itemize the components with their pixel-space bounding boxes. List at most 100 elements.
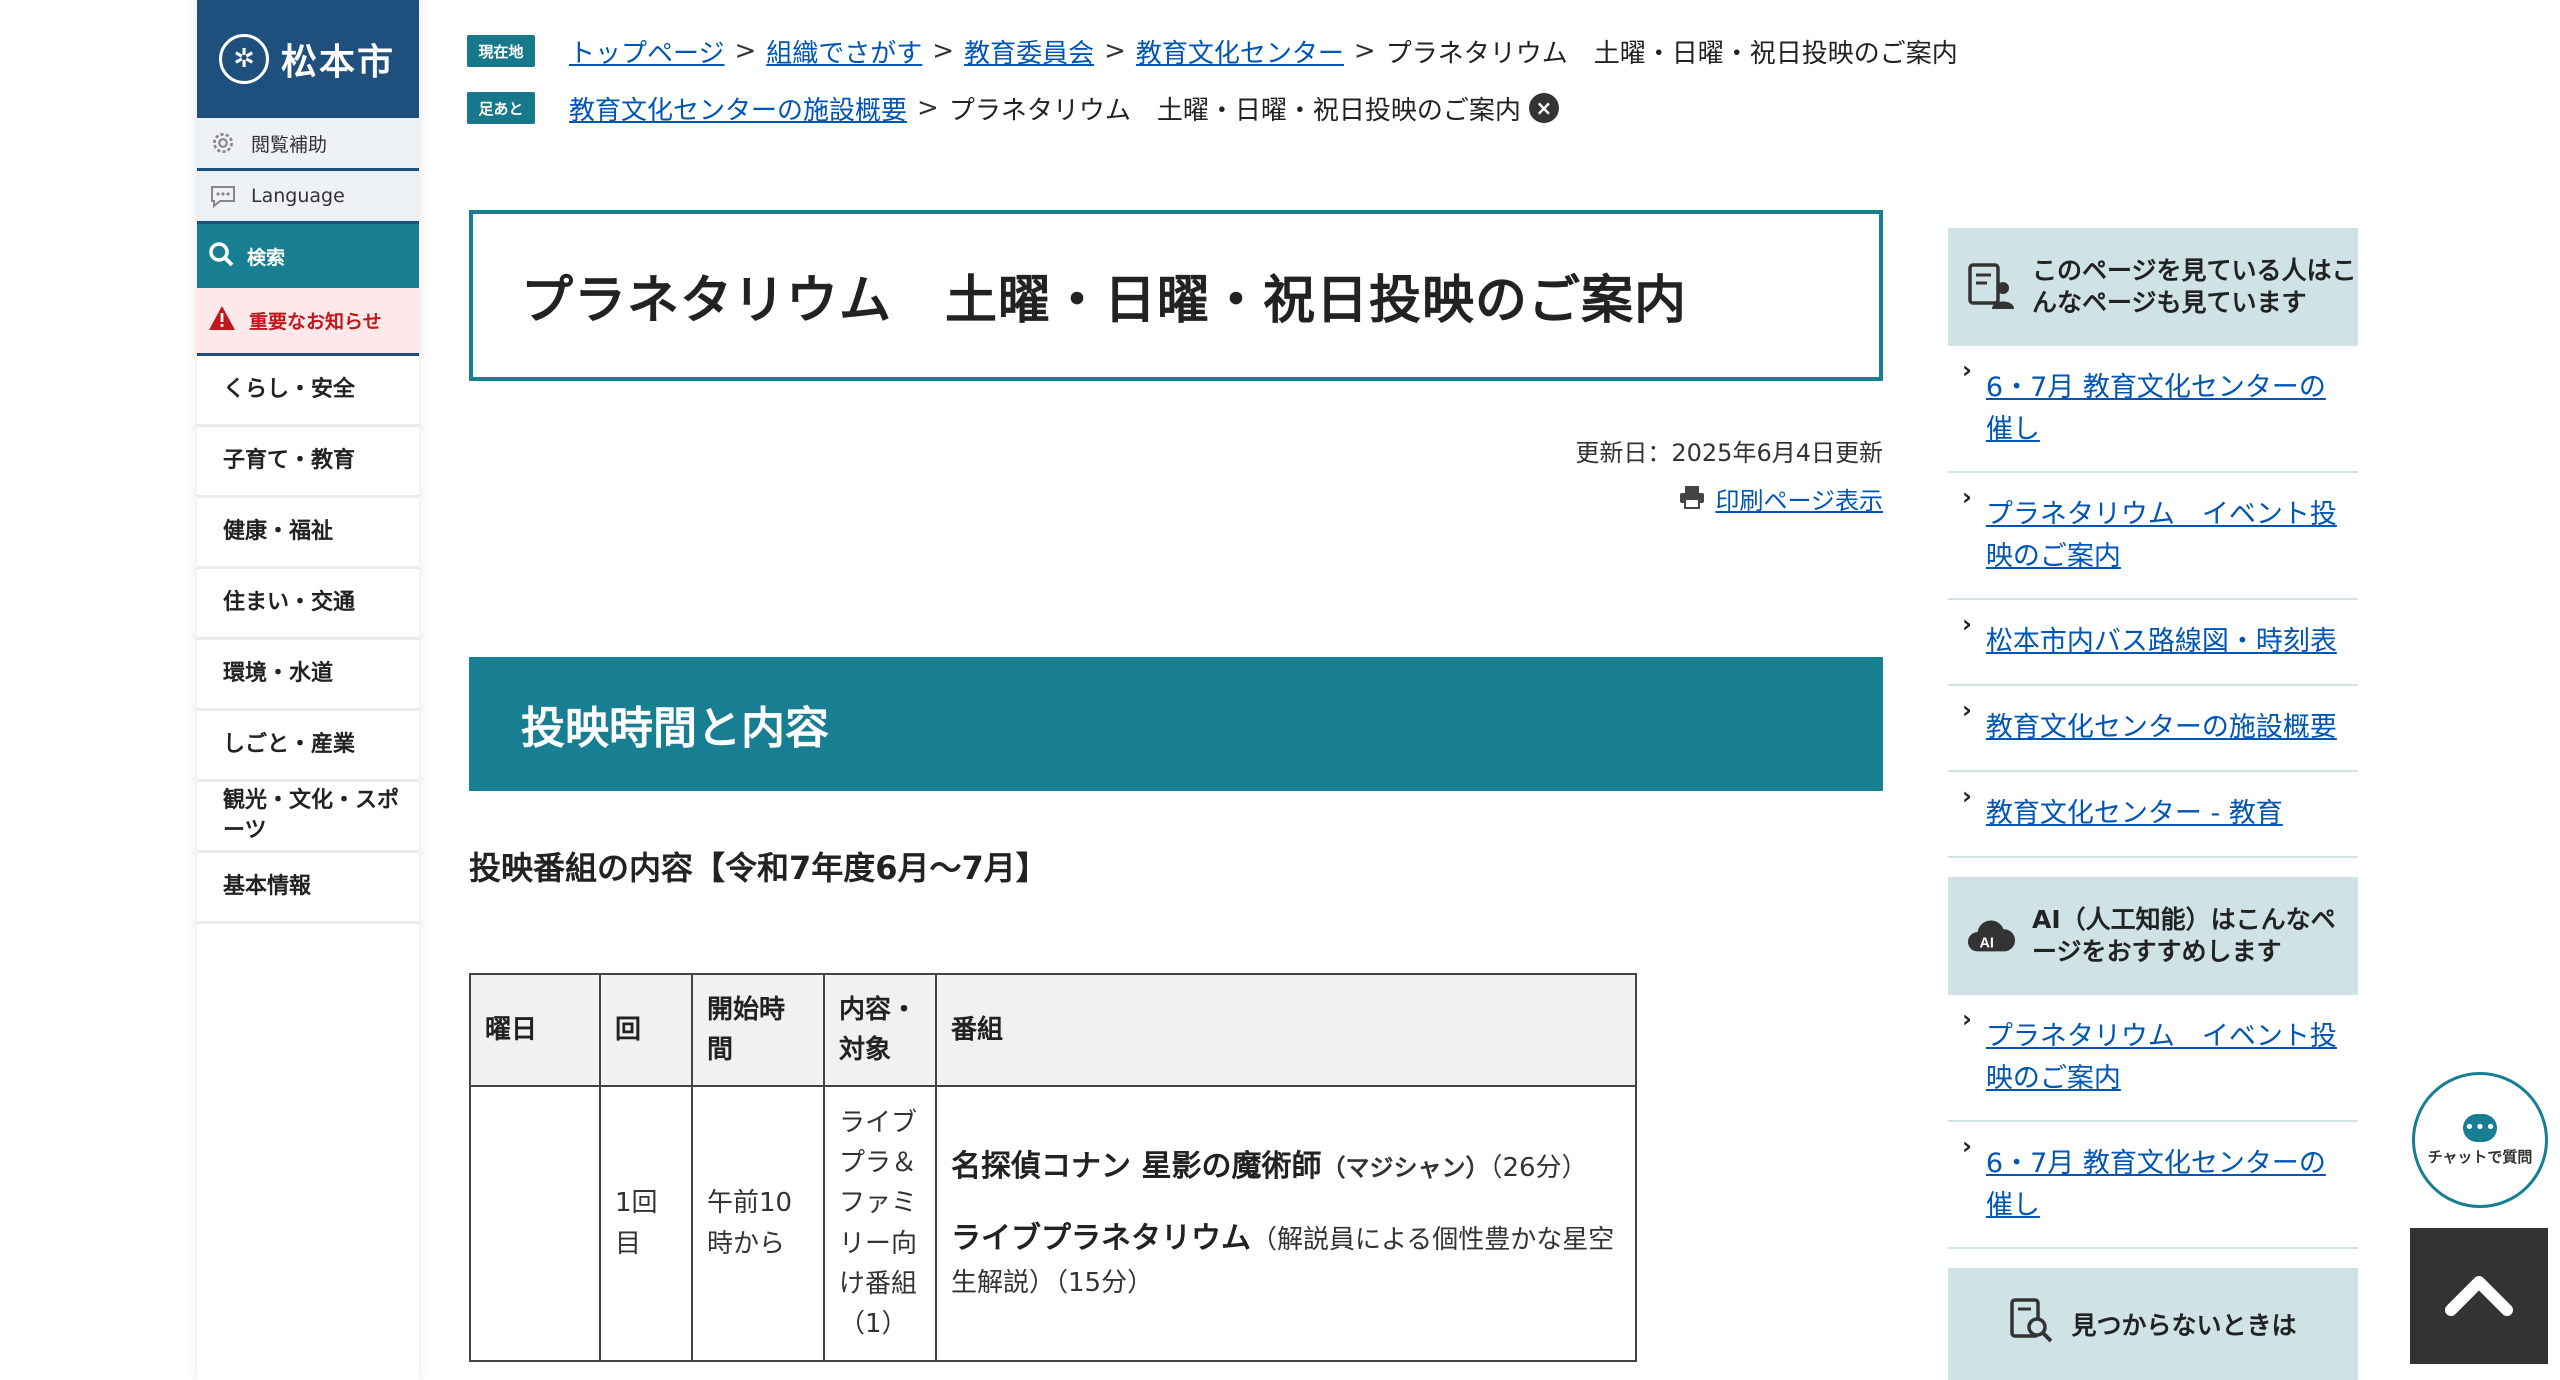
- ai-recommend-header: AI AI（人工知能）はこんなページをおすすめします: [1948, 877, 2358, 995]
- site-logo[interactable]: ✲ 松本市: [197, 0, 419, 118]
- breadcrumb-link-organization[interactable]: 組織でさがす: [766, 33, 922, 70]
- accessibility-label: 閲覧補助: [251, 133, 328, 156]
- print-page-link[interactable]: 印刷ページ表示: [1715, 477, 1883, 525]
- related-link-item[interactable]: › 6・7月 教育文化センターの催し: [1948, 346, 2358, 473]
- ai-cloud-icon: AI: [1966, 911, 2016, 961]
- history-badge: 足あと: [467, 92, 535, 124]
- left-navigation: ✲ 松本市 閲覧補助 Language 検索 重要なお知らせ くらし・安全 子育…: [197, 0, 419, 1380]
- city-emblem-icon: ✲: [219, 34, 269, 84]
- search-button[interactable]: 検索: [197, 224, 419, 288]
- page-top-button[interactable]: [2410, 1228, 2548, 1364]
- chevron-right-icon: ›: [1962, 356, 1972, 384]
- main-content: プラネタリウム 土曜・日曜・祝日投映のご案内 更新日：2025年6月4日更新 印…: [469, 210, 1883, 1362]
- program-entry-conan: 名探偵コナン 星影の魔術師（マジシャン）（26分）: [951, 1144, 1621, 1191]
- history-link-facility-overview[interactable]: 教育文化センターの施設概要: [569, 90, 907, 127]
- ai-recommend-links: › プラネタリウム イベント投映のご案内 › 6・7月 教育文化センターの催し: [1948, 995, 2358, 1249]
- gear-icon: [207, 127, 239, 159]
- table-row: 1回目 午前10時から ライブプラ＆ファミリー向け番組（1） 名探偵コナン 星影…: [469, 1085, 1637, 1362]
- related-pages-header: このページを見ている人はこんなページも見ています: [1948, 228, 2358, 346]
- history-current-page: プラネタリウム 土曜・日曜・祝日投映のご案内: [948, 95, 1521, 126]
- page-title: プラネタリウム 土曜・日曜・祝日投映のご案内: [521, 271, 1688, 331]
- nav-item-basic-info[interactable]: 基本情報: [197, 853, 419, 924]
- chevron-right-icon: ›: [1962, 610, 1972, 638]
- nav-item-living-safety[interactable]: くらし・安全: [197, 356, 419, 427]
- ai-recommend-box: AI AI（人工知能）はこんなページをおすすめします › プラネタリウム イベント…: [1948, 877, 2358, 1249]
- document-person-icon: [1966, 262, 2016, 312]
- category-menu: くらし・安全 子育て・教育 健康・福祉 住まい・交通 環境・水道 しごと・産業 …: [197, 356, 419, 924]
- chevron-right-icon: ›: [1962, 1005, 1972, 1033]
- breadcrumb: 現在地 トップページ > 組織でさがす > 教育委員会 > 教育文化センター >…: [467, 32, 2067, 146]
- cell-target: ライブプラ＆ファミリー向け番組（1）: [823, 1085, 937, 1362]
- cell-day: [469, 1085, 601, 1362]
- print-row: 印刷ページ表示: [469, 477, 1883, 525]
- program-ruby: （マジシャン）: [1321, 1153, 1490, 1182]
- language-button[interactable]: Language: [197, 171, 419, 224]
- header-day: 曜日: [469, 973, 601, 1087]
- updated-date: 更新日：2025年6月4日更新: [1575, 439, 1883, 467]
- header-content-target: 内容・対象: [823, 973, 937, 1087]
- breadcrumb-current-page: プラネタリウム 土曜・日曜・祝日投映のご案内: [1385, 38, 1958, 69]
- breadcrumb-separator: >: [1353, 36, 1376, 66]
- important-notice-button[interactable]: 重要なお知らせ: [197, 288, 419, 356]
- program-title: ライブプラネタリウム: [951, 1221, 1251, 1257]
- ai-link[interactable]: プラネタリウム イベント投映のご案内: [1986, 1016, 2350, 1100]
- related-link-item[interactable]: › 教育文化センターの施設概要: [1948, 686, 2358, 772]
- breadcrumb-link-top[interactable]: トップページ: [569, 33, 724, 70]
- history-breadcrumb: 足あと 教育文化センターの施設概要 > プラネタリウム 土曜・日曜・祝日投映のご…: [467, 89, 2067, 127]
- schedule-table: 曜日 回 開始時間 内容・対象 番組 1回目 午前10時から ライブプラ＆ファミ…: [469, 973, 1637, 1362]
- search-icon: [207, 240, 235, 273]
- nav-item-environment-water[interactable]: 環境・水道: [197, 640, 419, 711]
- breadcrumb-link-education-culture-center[interactable]: 教育文化センター: [1136, 33, 1344, 70]
- ai-link-item[interactable]: › プラネタリウム イベント投映のご案内: [1948, 995, 2358, 1122]
- breadcrumb-separator: >: [932, 36, 955, 66]
- logo-text: 松本市: [281, 42, 396, 83]
- chevron-up-icon: [2443, 1270, 2515, 1322]
- ai-link-item[interactable]: › 6・7月 教育文化センターの催し: [1948, 1122, 2358, 1249]
- header-round: 回: [599, 973, 693, 1087]
- not-found-button[interactable]: 見つからないときは: [1948, 1268, 2358, 1380]
- chevron-right-icon: ›: [1962, 483, 1972, 511]
- ai-link[interactable]: 6・7月 教育文化センターの催し: [1986, 1143, 2350, 1227]
- related-link-item[interactable]: › プラネタリウム イベント投映のご案内: [1948, 473, 2358, 600]
- program-duration: （26分）: [1489, 1152, 1588, 1183]
- related-pages-title: このページを見ている人はこんなページも見ています: [2032, 255, 2357, 318]
- related-link-item[interactable]: › 教育文化センター - 教育: [1948, 772, 2358, 858]
- svg-text:AI: AI: [1979, 936, 1993, 952]
- nav-item-health-welfare[interactable]: 健康・福祉: [197, 498, 419, 569]
- printer-icon: [1679, 477, 1705, 525]
- related-link-item[interactable]: › 松本市内バス路線図・時刻表: [1948, 600, 2358, 686]
- related-link[interactable]: 教育文化センターの施設概要: [1986, 707, 2337, 749]
- nav-item-work-industry[interactable]: しごと・産業: [197, 711, 419, 782]
- speech-bubble-icon: [207, 180, 239, 212]
- breadcrumb-link-board-of-education[interactable]: 教育委員会: [964, 33, 1094, 70]
- related-links: › 6・7月 教育文化センターの催し › プラネタリウム イベント投映のご案内 › 松…: [1948, 346, 2358, 858]
- related-link[interactable]: プラネタリウム イベント投映のご案内: [1986, 494, 2350, 578]
- chat-icon: •••: [2463, 1114, 2497, 1142]
- chevron-right-icon: ›: [1962, 696, 1972, 724]
- not-found-label: 見つからないときは: [2071, 1311, 2297, 1340]
- page-meta: 更新日：2025年6月4日更新 印刷ページ表示: [469, 429, 1883, 525]
- chat-question-button[interactable]: ••• チャットで質問: [2412, 1072, 2548, 1208]
- chevron-right-icon: ›: [1962, 1132, 1972, 1160]
- program-title: 名探偵コナン 星影の魔術師: [951, 1148, 1322, 1184]
- accessibility-button[interactable]: 閲覧補助: [197, 118, 419, 171]
- subsection-heading: 投映番組の内容【令和7年度6月～7月】: [469, 849, 1048, 887]
- close-icon[interactable]: ×: [1528, 93, 1559, 123]
- chevron-right-icon: ›: [1962, 782, 1972, 810]
- related-link[interactable]: 教育文化センター - 教育: [1986, 793, 2283, 835]
- related-link[interactable]: 6・7月 教育文化センターの催し: [1986, 367, 2350, 451]
- ai-recommend-title: AI（人工知能）はこんなページをおすすめします: [2032, 904, 2336, 967]
- nav-item-housing-transport[interactable]: 住まい・交通: [197, 569, 419, 640]
- warning-icon: [207, 304, 237, 337]
- current-location-breadcrumb: 現在地 トップページ > 組織でさがす > 教育委員会 > 教育文化センター >…: [467, 32, 2067, 70]
- nav-item-tourism-culture-sports[interactable]: 観光・文化・スポーツ: [197, 782, 419, 853]
- nav-item-childcare-education[interactable]: 子育て・教育: [197, 427, 419, 498]
- search-document-icon: [2009, 1297, 2055, 1351]
- current-location-badge: 現在地: [467, 35, 535, 67]
- related-link[interactable]: 松本市内バス路線図・時刻表: [1986, 621, 2337, 663]
- header-program: 番組: [935, 973, 1637, 1087]
- section-heading: 投映時間と内容: [469, 657, 1883, 791]
- cell-round: 1回目: [599, 1085, 693, 1362]
- page-title-box: プラネタリウム 土曜・日曜・祝日投映のご案内: [469, 210, 1883, 381]
- related-pages-box: このページを見ている人はこんなページも見ています › 6・7月 教育文化センターの…: [1948, 228, 2358, 858]
